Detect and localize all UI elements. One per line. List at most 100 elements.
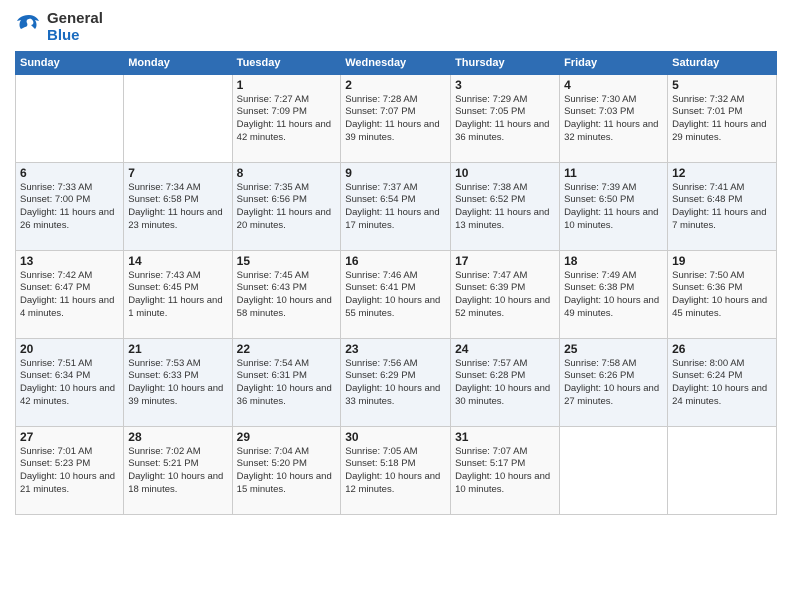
calendar-cell: 27 Sunrise: 7:01 AM Sunset: 5:23 PM Dayli… <box>16 426 124 514</box>
day-number: 14 <box>128 254 227 268</box>
day-info: Sunrise: 7:29 AM Sunset: 7:05 PM Dayligh… <box>455 94 555 145</box>
calendar-cell: 24Sunrise: 7:57 AM Sunset: 6:28 PM Dayli… <box>451 338 560 426</box>
day-info: Sunrise: 7:04 AM Sunset: 5:20 PM Dayligh… <box>237 446 337 497</box>
calendar-cell: 13 Sunrise: 7:42 AM Sunset: 6:47 PM Dayli… <box>16 250 124 338</box>
calendar-cell: 31Sunrise: 7:07 AM Sunset: 5:17 PM Dayli… <box>451 426 560 514</box>
day-number: 8 <box>237 166 337 180</box>
logo-bird-icon <box>15 11 43 39</box>
day-info: Sunrise: 7:34 AM Sunset: 6:58 PM Dayligh… <box>128 182 227 233</box>
calendar-cell: 19 Sunrise: 7:50 AM Sunset: 6:36 PM Dayli… <box>668 250 777 338</box>
calendar-cell: 6 Sunrise: 7:33 AM Sunset: 7:00 PM Daylig… <box>16 162 124 250</box>
calendar-cell: 3 Sunrise: 7:29 AM Sunset: 7:05 PM Daylig… <box>451 74 560 162</box>
logo: General Blue <box>15 10 103 45</box>
calendar-cell <box>124 74 232 162</box>
day-info: Sunrise: 7:51 AM Sunset: 6:34 PM Dayligh… <box>20 358 119 409</box>
calendar-header-row: SundayMondayTuesdayWednesdayThursdayFrid… <box>16 51 777 74</box>
day-info: Sunrise: 7:56 AM Sunset: 6:29 PM Dayligh… <box>345 358 446 409</box>
calendar-table: SundayMondayTuesdayWednesdayThursdayFrid… <box>15 51 777 515</box>
day-number: 9 <box>345 166 446 180</box>
calendar-cell: 9 Sunrise: 7:37 AM Sunset: 6:54 PM Daylig… <box>341 162 451 250</box>
calendar-cell: 22 Sunrise: 7:54 AM Sunset: 6:31 PM Dayli… <box>232 338 341 426</box>
day-info: Sunrise: 7:45 AM Sunset: 6:43 PM Dayligh… <box>237 270 337 321</box>
day-number: 23 <box>345 342 446 356</box>
day-number: 29 <box>237 430 337 444</box>
calendar-week-row: 6 Sunrise: 7:33 AM Sunset: 7:00 PM Daylig… <box>16 162 777 250</box>
day-number: 30 <box>345 430 446 444</box>
day-info: Sunrise: 7:41 AM Sunset: 6:48 PM Dayligh… <box>672 182 772 233</box>
day-number: 26 <box>672 342 772 356</box>
day-number: 7 <box>128 166 227 180</box>
calendar-weekday: Sunday <box>16 51 124 74</box>
calendar-weekday: Saturday <box>668 51 777 74</box>
day-number: 1 <box>237 78 337 92</box>
calendar-week-row: 1Sunrise: 7:27 AM Sunset: 7:09 PM Daylig… <box>16 74 777 162</box>
day-info: Sunrise: 7:50 AM Sunset: 6:36 PM Dayligh… <box>672 270 772 321</box>
day-number: 5 <box>672 78 772 92</box>
day-info: Sunrise: 7:33 AM Sunset: 7:00 PM Dayligh… <box>20 182 119 233</box>
day-info: Sunrise: 7:38 AM Sunset: 6:52 PM Dayligh… <box>455 182 555 233</box>
day-number: 12 <box>672 166 772 180</box>
calendar-cell <box>16 74 124 162</box>
calendar-cell: 23 Sunrise: 7:56 AM Sunset: 6:29 PM Dayli… <box>341 338 451 426</box>
day-number: 20 <box>20 342 119 356</box>
logo-general-text: General <box>47 10 103 27</box>
calendar-cell: 18 Sunrise: 7:49 AM Sunset: 6:38 PM Dayli… <box>560 250 668 338</box>
calendar-cell <box>668 426 777 514</box>
calendar-cell: 12 Sunrise: 7:41 AM Sunset: 6:48 PM Dayli… <box>668 162 777 250</box>
day-info: Sunrise: 7:39 AM Sunset: 6:50 PM Dayligh… <box>564 182 663 233</box>
day-info: Sunrise: 7:37 AM Sunset: 6:54 PM Dayligh… <box>345 182 446 233</box>
day-info: Sunrise: 7:05 AM Sunset: 5:18 PM Dayligh… <box>345 446 446 497</box>
calendar-cell: 16 Sunrise: 7:46 AM Sunset: 6:41 PM Dayli… <box>341 250 451 338</box>
day-info: Sunrise: 7:28 AM Sunset: 7:07 PM Dayligh… <box>345 94 446 145</box>
day-number: 28 <box>128 430 227 444</box>
logo-blue-text: Blue <box>47 27 103 44</box>
day-info: Sunrise: 7:54 AM Sunset: 6:31 PM Dayligh… <box>237 358 337 409</box>
calendar-cell: 8 Sunrise: 7:35 AM Sunset: 6:56 PM Daylig… <box>232 162 341 250</box>
calendar-weekday: Thursday <box>451 51 560 74</box>
calendar-cell: 1Sunrise: 7:27 AM Sunset: 7:09 PM Daylig… <box>232 74 341 162</box>
day-number: 11 <box>564 166 663 180</box>
calendar-cell: 11 Sunrise: 7:39 AM Sunset: 6:50 PM Dayli… <box>560 162 668 250</box>
calendar-cell: 29 Sunrise: 7:04 AM Sunset: 5:20 PM Dayli… <box>232 426 341 514</box>
day-info: Sunrise: 7:01 AM Sunset: 5:23 PM Dayligh… <box>20 446 119 497</box>
day-info: Sunrise: 7:02 AM Sunset: 5:21 PM Dayligh… <box>128 446 227 497</box>
calendar-cell: 20 Sunrise: 7:51 AM Sunset: 6:34 PM Dayli… <box>16 338 124 426</box>
day-info: Sunrise: 7:53 AM Sunset: 6:33 PM Dayligh… <box>128 358 227 409</box>
calendar-cell: 10Sunrise: 7:38 AM Sunset: 6:52 PM Dayli… <box>451 162 560 250</box>
day-number: 19 <box>672 254 772 268</box>
day-info: Sunrise: 7:07 AM Sunset: 5:17 PM Dayligh… <box>455 446 555 497</box>
calendar-cell: 17 Sunrise: 7:47 AM Sunset: 6:39 PM Dayli… <box>451 250 560 338</box>
day-info: Sunrise: 7:47 AM Sunset: 6:39 PM Dayligh… <box>455 270 555 321</box>
calendar-cell: 30 Sunrise: 7:05 AM Sunset: 5:18 PM Dayli… <box>341 426 451 514</box>
day-number: 3 <box>455 78 555 92</box>
calendar-week-row: 27 Sunrise: 7:01 AM Sunset: 5:23 PM Dayli… <box>16 426 777 514</box>
header-row: General Blue <box>15 10 777 45</box>
day-number: 24 <box>455 342 555 356</box>
day-number: 27 <box>20 430 119 444</box>
calendar-cell: 26 Sunrise: 8:00 AM Sunset: 6:24 PM Dayli… <box>668 338 777 426</box>
calendar-cell: 7 Sunrise: 7:34 AM Sunset: 6:58 PM Daylig… <box>124 162 232 250</box>
calendar-weekday: Monday <box>124 51 232 74</box>
day-number: 17 <box>455 254 555 268</box>
day-number: 22 <box>237 342 337 356</box>
main-container: General Blue SundayMondayTuesdayWednesda… <box>0 0 792 525</box>
calendar-cell: 21 Sunrise: 7:53 AM Sunset: 6:33 PM Dayli… <box>124 338 232 426</box>
day-number: 15 <box>237 254 337 268</box>
day-info: Sunrise: 7:42 AM Sunset: 6:47 PM Dayligh… <box>20 270 119 321</box>
calendar-week-row: 20 Sunrise: 7:51 AM Sunset: 6:34 PM Dayli… <box>16 338 777 426</box>
calendar-weekday: Wednesday <box>341 51 451 74</box>
day-info: Sunrise: 7:30 AM Sunset: 7:03 PM Dayligh… <box>564 94 663 145</box>
calendar-cell: 4Sunrise: 7:30 AM Sunset: 7:03 PM Daylig… <box>560 74 668 162</box>
day-info: Sunrise: 8:00 AM Sunset: 6:24 PM Dayligh… <box>672 358 772 409</box>
day-number: 18 <box>564 254 663 268</box>
day-number: 16 <box>345 254 446 268</box>
day-number: 21 <box>128 342 227 356</box>
day-number: 6 <box>20 166 119 180</box>
day-info: Sunrise: 7:49 AM Sunset: 6:38 PM Dayligh… <box>564 270 663 321</box>
day-info: Sunrise: 7:58 AM Sunset: 6:26 PM Dayligh… <box>564 358 663 409</box>
calendar-weekday: Tuesday <box>232 51 341 74</box>
calendar-cell: 2Sunrise: 7:28 AM Sunset: 7:07 PM Daylig… <box>341 74 451 162</box>
day-info: Sunrise: 7:46 AM Sunset: 6:41 PM Dayligh… <box>345 270 446 321</box>
day-info: Sunrise: 7:35 AM Sunset: 6:56 PM Dayligh… <box>237 182 337 233</box>
day-number: 13 <box>20 254 119 268</box>
